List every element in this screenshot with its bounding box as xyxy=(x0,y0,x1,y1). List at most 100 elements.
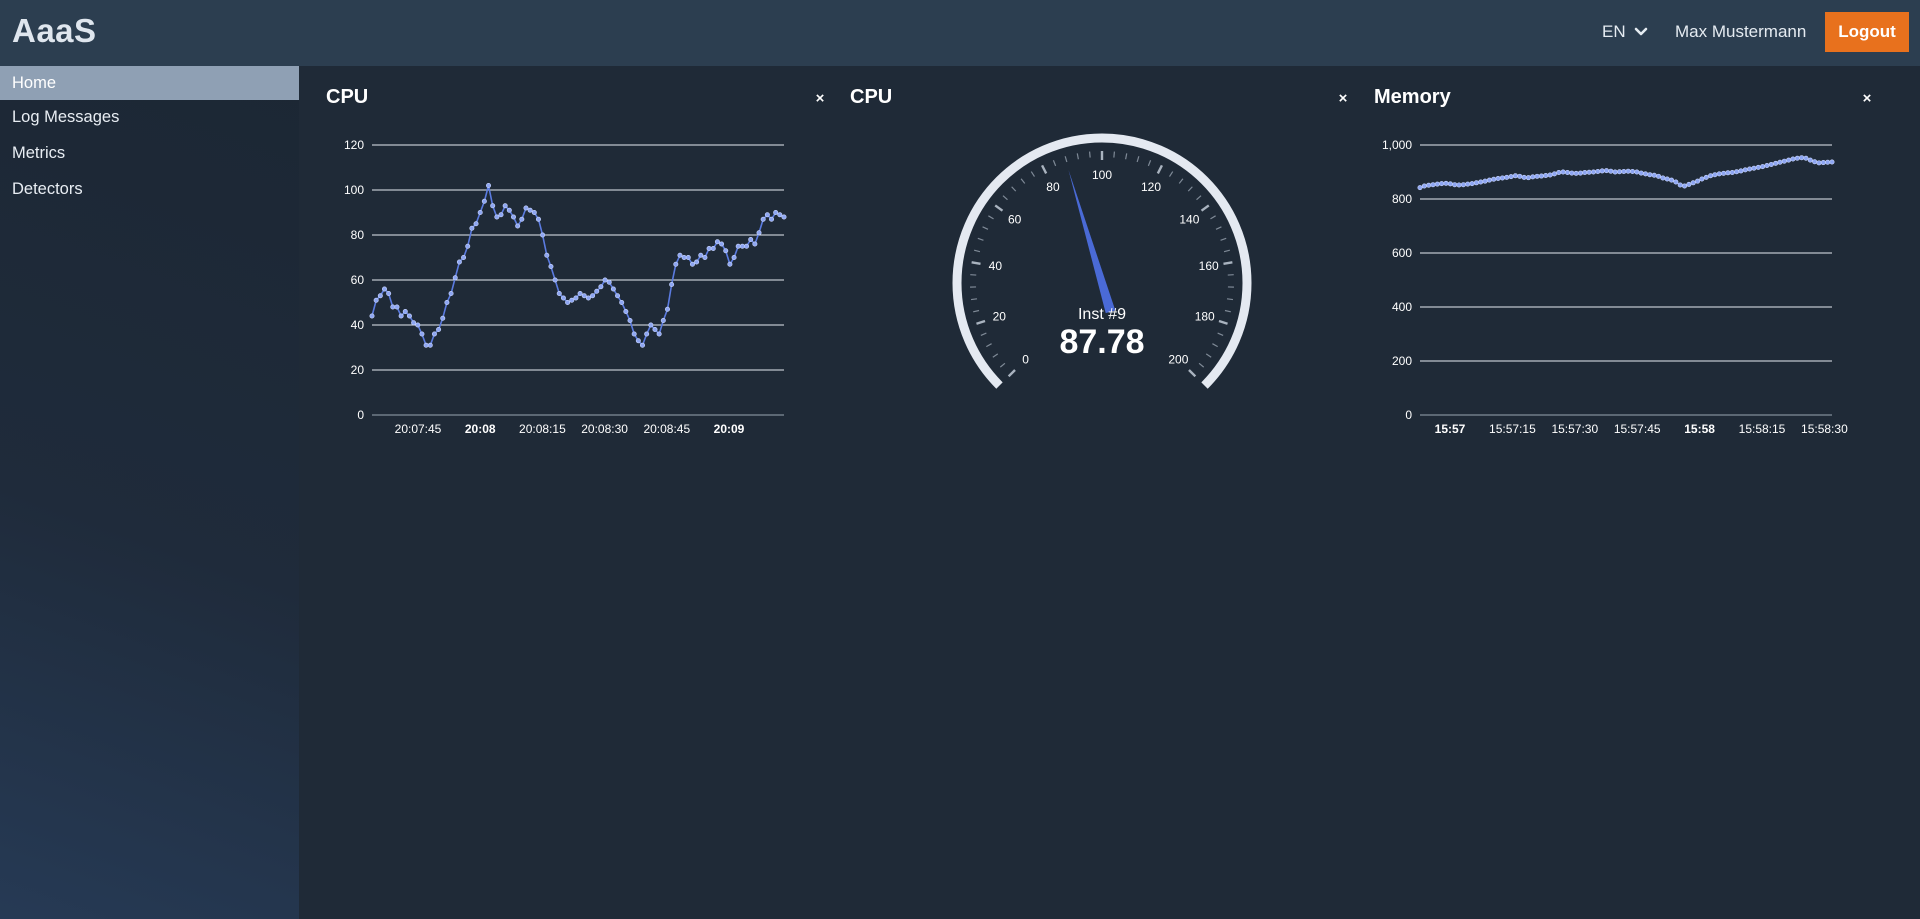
close-widget-cpu-gauge-button[interactable]: × xyxy=(1334,90,1352,108)
data-point[interactable] xyxy=(477,210,483,216)
app-logo[interactable]: AaaS xyxy=(12,12,97,50)
data-point[interactable] xyxy=(1807,157,1813,163)
data-point[interactable] xyxy=(1530,174,1536,180)
sidebar-item-metrics[interactable]: Metrics xyxy=(0,136,299,172)
data-point[interactable] xyxy=(727,261,733,267)
data-point[interactable] xyxy=(1452,182,1458,188)
data-point[interactable] xyxy=(1768,161,1774,167)
data-point[interactable] xyxy=(1439,181,1445,187)
data-point[interactable] xyxy=(1499,175,1505,181)
data-point[interactable] xyxy=(1434,181,1440,187)
data-point[interactable] xyxy=(1669,177,1675,183)
data-point[interactable] xyxy=(1564,170,1570,176)
data-point[interactable] xyxy=(1747,166,1753,172)
data-point[interactable] xyxy=(411,320,417,326)
data-point[interactable] xyxy=(1577,170,1583,176)
data-point[interactable] xyxy=(1630,168,1636,174)
data-point[interactable] xyxy=(640,342,646,348)
data-point[interactable] xyxy=(1699,176,1705,182)
data-point[interactable] xyxy=(548,264,554,270)
data-point[interactable] xyxy=(1616,169,1622,175)
data-point[interactable] xyxy=(1478,179,1484,185)
data-point[interactable] xyxy=(1695,178,1701,184)
data-point[interactable] xyxy=(1803,155,1809,161)
data-point[interactable] xyxy=(486,182,492,188)
data-point[interactable] xyxy=(702,255,708,261)
data-point[interactable] xyxy=(752,241,758,247)
data-point[interactable] xyxy=(1725,170,1731,176)
data-point[interactable] xyxy=(415,322,421,328)
close-widget-cpu-line-button[interactable]: × xyxy=(811,90,829,108)
data-point[interactable] xyxy=(1812,159,1818,165)
data-point[interactable] xyxy=(615,293,621,299)
data-point[interactable] xyxy=(540,232,546,238)
data-point[interactable] xyxy=(1595,168,1601,174)
data-point[interactable] xyxy=(436,327,442,333)
data-point[interactable] xyxy=(506,207,512,213)
data-point[interactable] xyxy=(552,277,558,283)
data-point[interactable] xyxy=(1430,182,1436,188)
data-point[interactable] xyxy=(598,284,604,290)
data-point[interactable] xyxy=(577,291,583,297)
data-point[interactable] xyxy=(781,214,787,220)
data-point[interactable] xyxy=(544,252,550,258)
close-widget-memory-button[interactable]: × xyxy=(1858,90,1876,108)
data-point[interactable] xyxy=(373,297,379,303)
data-point[interactable] xyxy=(386,291,392,297)
data-point[interactable] xyxy=(760,216,766,222)
data-point[interactable] xyxy=(644,331,650,337)
data-point[interactable] xyxy=(1426,182,1432,188)
data-point[interactable] xyxy=(1443,180,1449,186)
data-point[interactable] xyxy=(685,255,691,261)
data-point[interactable] xyxy=(494,214,500,220)
data-point[interactable] xyxy=(1682,183,1688,189)
data-point[interactable] xyxy=(594,288,600,294)
data-point[interactable] xyxy=(1525,175,1531,181)
data-point[interactable] xyxy=(660,318,666,324)
data-point[interactable] xyxy=(473,221,479,227)
data-point[interactable] xyxy=(1820,160,1826,166)
data-point[interactable] xyxy=(1712,172,1718,178)
data-point[interactable] xyxy=(1829,159,1835,165)
data-point[interactable] xyxy=(1482,178,1488,184)
data-point[interactable] xyxy=(1421,183,1427,189)
data-point[interactable] xyxy=(381,286,387,292)
data-point[interactable] xyxy=(1504,174,1510,180)
data-point[interactable] xyxy=(515,223,521,229)
data-point[interactable] xyxy=(698,252,704,258)
data-point[interactable] xyxy=(402,309,408,315)
data-point[interactable] xyxy=(1825,159,1831,165)
data-point[interactable] xyxy=(1599,168,1605,174)
data-point[interactable] xyxy=(673,261,679,267)
data-point[interactable] xyxy=(1651,172,1657,178)
data-point[interactable] xyxy=(1751,165,1757,171)
data-point[interactable] xyxy=(1656,173,1662,179)
sidebar-item-log-messages[interactable]: Log Messages xyxy=(0,100,299,136)
data-point[interactable] xyxy=(1473,180,1479,186)
data-point[interactable] xyxy=(1799,155,1805,161)
data-point[interactable] xyxy=(1551,171,1557,177)
data-point[interactable] xyxy=(377,293,383,299)
data-point[interactable] xyxy=(610,286,616,292)
data-point[interactable] xyxy=(440,315,446,321)
data-point[interactable] xyxy=(731,255,737,261)
data-point[interactable] xyxy=(656,331,662,337)
data-point[interactable] xyxy=(627,318,633,324)
data-point[interactable] xyxy=(1495,175,1501,181)
data-point[interactable] xyxy=(1417,185,1423,191)
data-point[interactable] xyxy=(1777,159,1783,165)
data-point[interactable] xyxy=(1521,174,1527,180)
data-point[interactable] xyxy=(664,306,670,312)
data-point[interactable] xyxy=(1764,163,1770,169)
data-point[interactable] xyxy=(573,295,579,301)
data-point[interactable] xyxy=(1447,181,1453,187)
data-point[interactable] xyxy=(448,291,454,297)
data-point[interactable] xyxy=(1573,170,1579,176)
data-point[interactable] xyxy=(456,259,462,265)
data-point[interactable] xyxy=(1456,182,1462,188)
data-point[interactable] xyxy=(631,331,637,337)
data-point[interactable] xyxy=(1690,180,1696,186)
data-point[interactable] xyxy=(1786,157,1792,163)
data-point[interactable] xyxy=(1647,172,1653,178)
data-point[interactable] xyxy=(406,313,412,319)
